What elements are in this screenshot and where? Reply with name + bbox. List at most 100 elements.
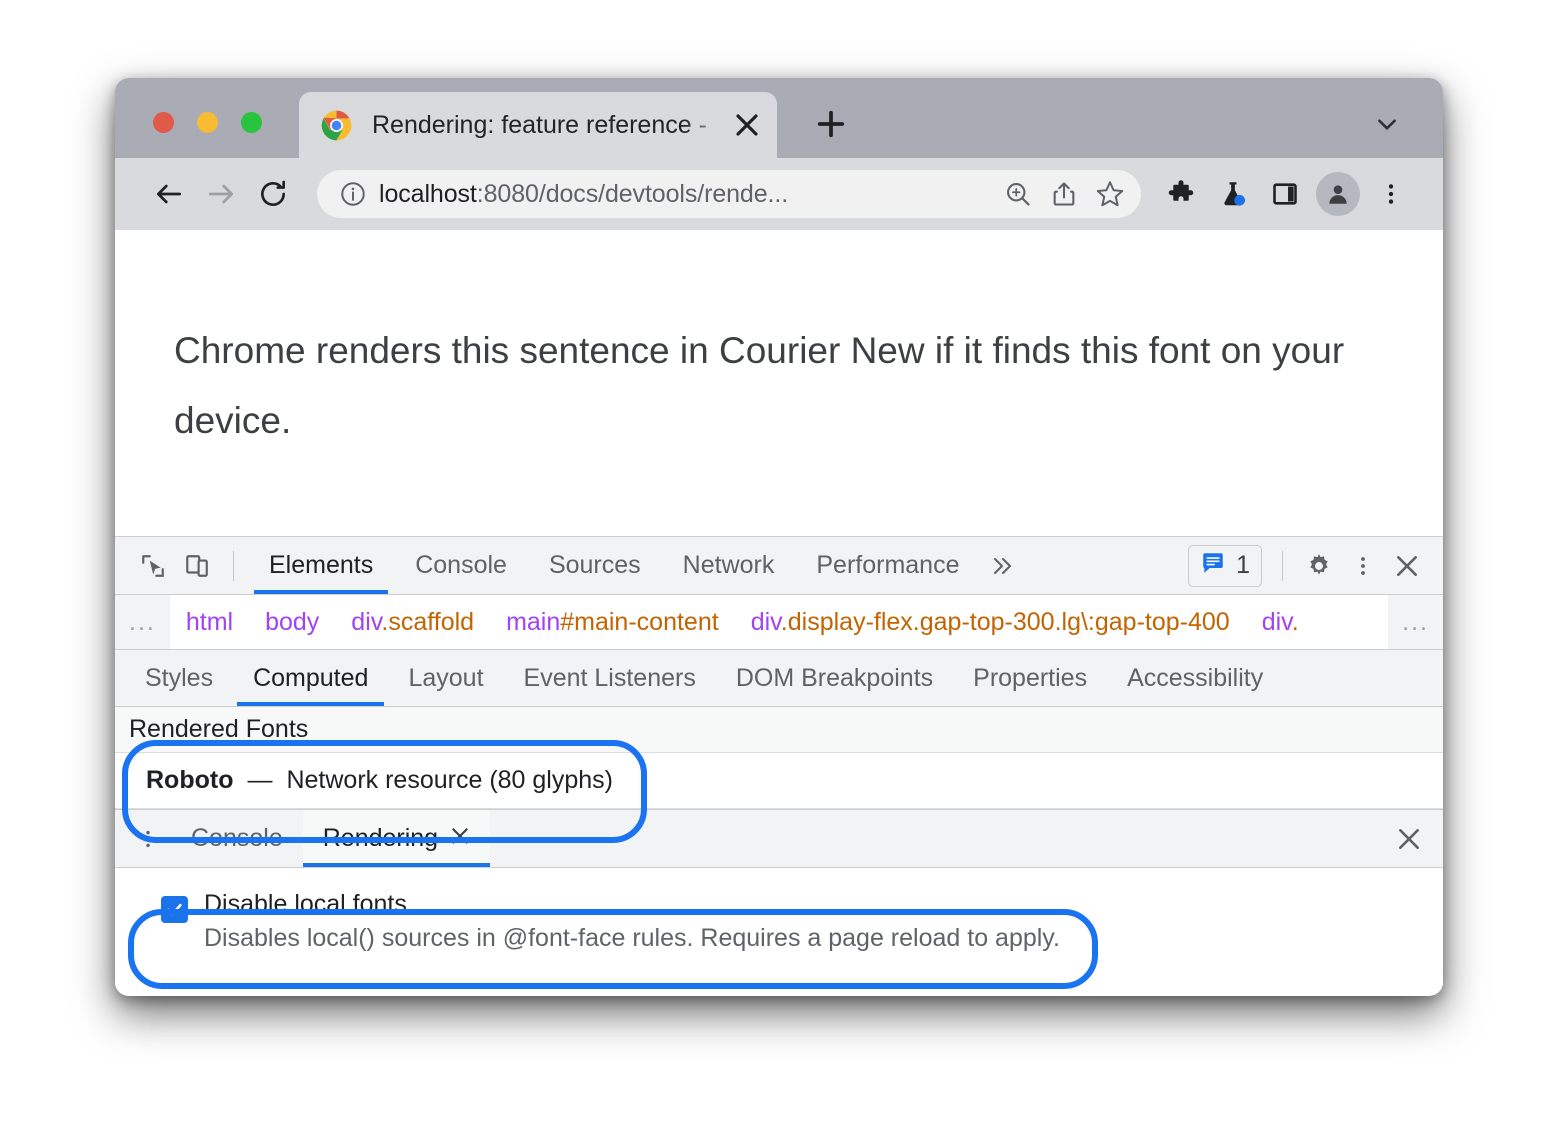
breadcrumb-tag: main [506, 607, 561, 636]
reload-icon[interactable] [247, 168, 299, 220]
chevron-down-icon[interactable] [1367, 104, 1407, 144]
address-bar[interactable]: localhost:8080/docs/devtools/rende... [317, 170, 1141, 218]
browser-title-bar: Rendering: feature reference - [115, 78, 1443, 158]
extensions-puzzle-icon[interactable] [1155, 168, 1207, 220]
rendered-font-row: Roboto — Network resource (80 glyphs) [115, 753, 1443, 809]
elements-sidebar-tabs: Styles Computed Layout Event Listeners D… [115, 650, 1443, 707]
issues-button[interactable]: 1 [1188, 544, 1262, 587]
tab-elements[interactable]: Elements [248, 537, 394, 594]
breadcrumb-item-div-scaffold[interactable]: div.scaffold [335, 608, 490, 637]
tab-performance[interactable]: Performance [795, 537, 980, 594]
subtab-computed-label: Computed [253, 663, 369, 692]
bookmark-star-icon[interactable] [1087, 171, 1133, 217]
dots-vertical-icon[interactable] [1341, 544, 1385, 588]
subtab-dom-breakpoints[interactable]: DOM Breakpoints [716, 650, 953, 706]
drawer-tab-close-icon[interactable] [450, 824, 470, 853]
browser-nav-bar: localhost:8080/docs/devtools/rende... [115, 158, 1443, 230]
breadcrumb-item-body[interactable]: body [249, 608, 335, 637]
drawer-tab-console[interactable]: Console [171, 810, 303, 867]
rendered-font-description: Network resource (80 glyphs) [286, 766, 613, 794]
close-window-button[interactable] [153, 112, 174, 133]
chrome-logo-icon [321, 110, 352, 141]
disable-local-fonts-setting[interactable]: Disable local fonts Disables local() sou… [161, 888, 1443, 956]
tab-sources[interactable]: Sources [528, 537, 662, 594]
address-bar-url: localhost:8080/docs/devtools/rende... [379, 180, 995, 209]
browser-tab[interactable]: Rendering: feature reference - [299, 92, 777, 158]
tab-close-icon[interactable] [727, 105, 767, 145]
tab-sources-label: Sources [548, 551, 641, 579]
subtab-properties-label: Properties [973, 663, 1088, 692]
devtools-panel-tabs: Elements Console Sources Network Perform… [248, 537, 980, 594]
subtab-event-listeners[interactable]: Event Listeners [504, 650, 716, 706]
breadcrumb-tag: html [185, 607, 234, 636]
subtab-accessibility[interactable]: Accessibility [1107, 650, 1283, 706]
forward-icon [195, 168, 247, 220]
rendered-fonts-header[interactable]: Rendered Fonts [115, 707, 1443, 753]
toolbar-divider [233, 550, 234, 581]
subtab-properties[interactable]: Properties [953, 650, 1107, 706]
subtab-event-listeners-label: Event Listeners [523, 663, 696, 692]
page-viewport: Chrome renders this sentence in Courier … [115, 230, 1443, 536]
browser-menu-icon[interactable] [1365, 168, 1417, 220]
disable-local-fonts-texts: Disable local fonts Disables local() sou… [204, 888, 1060, 956]
drawer-menu-icon[interactable] [125, 810, 171, 867]
profile-avatar-icon[interactable] [1316, 172, 1360, 216]
breadcrumb-tag: div [750, 607, 781, 636]
chevron-double-right-icon[interactable] [980, 544, 1024, 588]
rendered-font-dash: — [247, 766, 273, 794]
breadcrumb-spec: #main-content [560, 607, 719, 636]
labs-flask-icon[interactable] [1207, 168, 1259, 220]
browser-window: Rendering: feature reference - localhost… [115, 78, 1443, 996]
disable-local-fonts-label: Disable local fonts [204, 890, 407, 918]
subtab-styles[interactable]: Styles [125, 650, 233, 706]
device-toolbar-icon[interactable] [175, 544, 219, 588]
subtab-computed[interactable]: Computed [233, 650, 388, 706]
tab-console[interactable]: Console [394, 537, 528, 594]
tab-performance-label: Performance [816, 551, 960, 579]
disable-local-fonts-checkbox[interactable] [161, 896, 188, 923]
subtab-styles-label: Styles [145, 663, 214, 692]
devtools-panel: Elements Console Sources Network Perform… [115, 536, 1443, 995]
subtab-dom-breakpoints-label: DOM Breakpoints [735, 663, 934, 692]
drawer-close-icon[interactable] [1375, 810, 1443, 867]
info-circle-icon[interactable] [335, 180, 371, 208]
window-controls [153, 112, 262, 133]
devtools-drawer: Console Rendering Disable local fonts Di… [115, 809, 1443, 986]
devtools-close-icon[interactable] [1385, 544, 1429, 588]
drawer-tab-rendering-label: Rendering [322, 824, 439, 852]
subtab-layout[interactable]: Layout [388, 650, 503, 706]
disable-local-fonts-description: Disables local() sources in @font-face r… [204, 923, 1060, 952]
page-sentence: Chrome renders this sentence in Courier … [174, 330, 1345, 442]
breadcrumb-tag: body [265, 607, 320, 636]
subtab-layout-label: Layout [408, 663, 484, 692]
maximize-window-button[interactable] [241, 112, 262, 133]
rendering-drawer-body: Disable local fonts Disables local() sou… [115, 868, 1443, 986]
minimize-window-button[interactable] [197, 112, 218, 133]
breadcrumb-item-html[interactable]: html [170, 608, 249, 637]
breadcrumb-item-div-truncated[interactable]: div. [1246, 608, 1315, 637]
issues-count: 1 [1236, 551, 1250, 579]
new-tab-button[interactable] [807, 100, 855, 148]
breadcrumb-item-div-display-flex[interactable]: div.display-flex.gap-top-300.lg\:gap-top… [735, 608, 1246, 637]
tab-title: Rendering: feature reference - [372, 110, 707, 139]
breadcrumb-item-main-content[interactable]: main#main-content [490, 608, 735, 637]
toolbar-divider-2 [1282, 550, 1283, 581]
tab-network[interactable]: Network [662, 537, 796, 594]
breadcrumb-overflow-left[interactable]: ... [115, 595, 170, 649]
url-path: :8080/docs/devtools/rende... [476, 179, 789, 208]
url-host: localhost [379, 179, 477, 208]
dom-breadcrumb: ... html body div.scaffold main#main-con… [115, 595, 1443, 650]
zoom-in-icon[interactable] [995, 171, 1041, 217]
gear-icon[interactable] [1297, 544, 1341, 588]
back-icon[interactable] [143, 168, 195, 220]
share-icon[interactable] [1041, 171, 1087, 217]
rendered-font-name: Roboto [146, 766, 234, 794]
drawer-tab-rendering[interactable]: Rendering [302, 810, 491, 867]
side-panel-icon[interactable] [1259, 168, 1311, 220]
breadcrumb-tag: div [1261, 607, 1292, 636]
drawer-tabbar: Console Rendering [115, 810, 1443, 868]
breadcrumb-overflow-right[interactable]: ... [1388, 595, 1443, 649]
issues-message-icon [1200, 550, 1226, 581]
breadcrumb-spec: .scaffold [381, 607, 475, 636]
inspect-cursor-icon[interactable] [131, 544, 175, 588]
